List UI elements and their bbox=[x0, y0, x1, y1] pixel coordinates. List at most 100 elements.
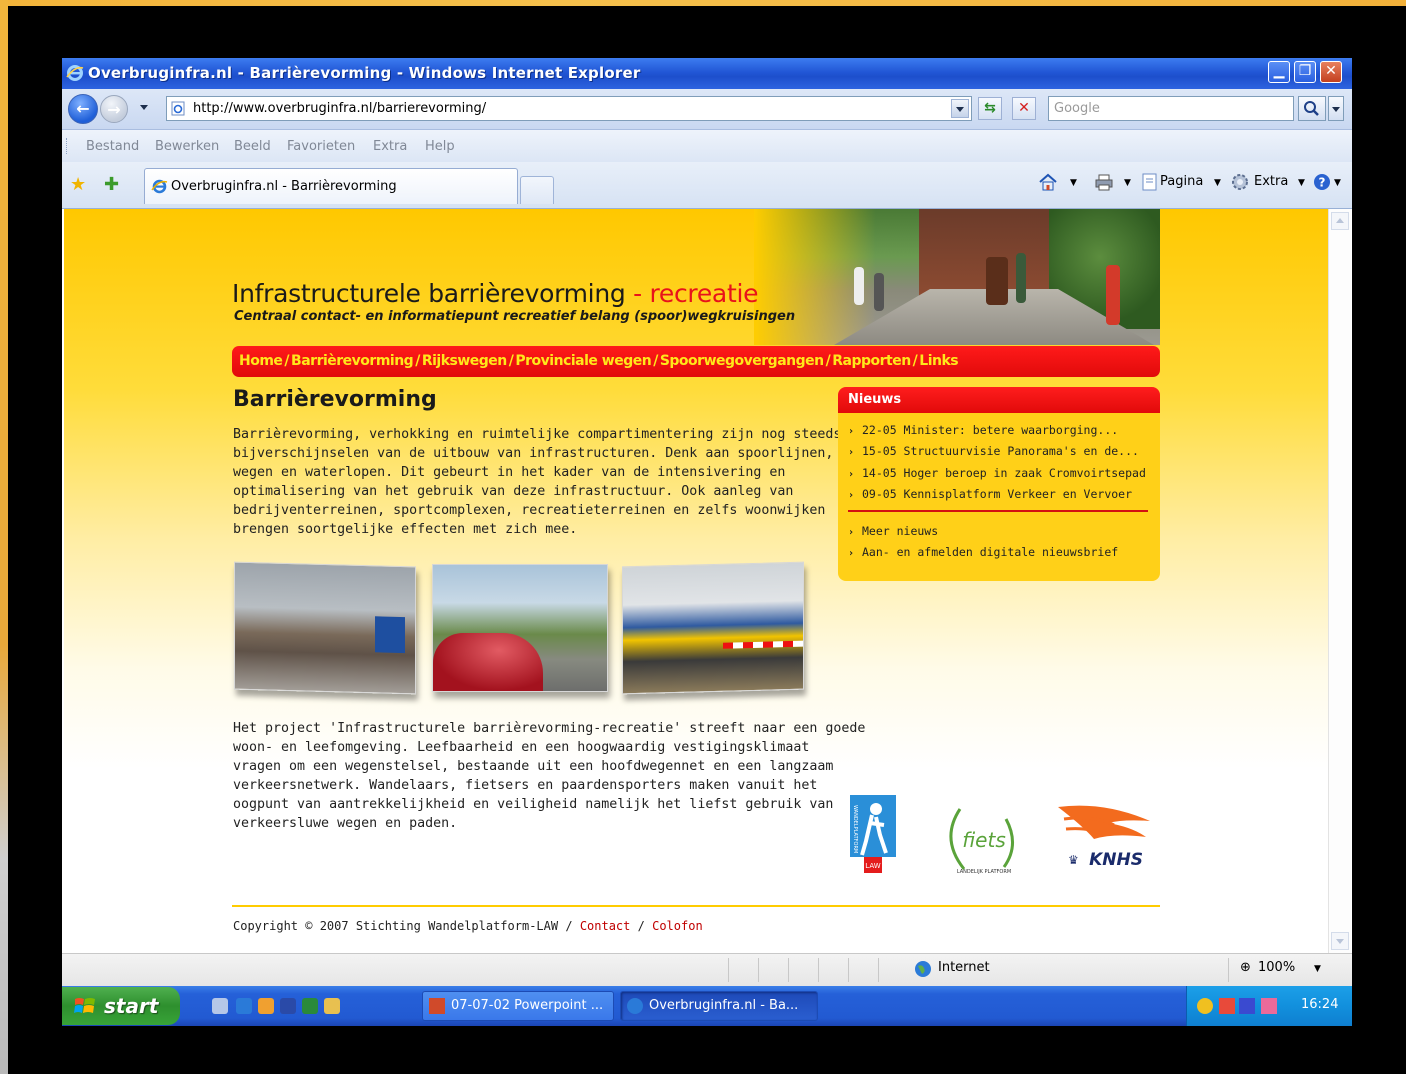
newsletter-link[interactable]: › Aan- en afmelden digitale nieuwsbrief bbox=[848, 545, 1118, 559]
quicklaunch-desktop-icon[interactable] bbox=[212, 998, 228, 1014]
scroll-up-button[interactable] bbox=[1331, 212, 1349, 230]
tab-active[interactable]: Overbruginfra.nl - Barrièrevorming bbox=[144, 168, 518, 204]
quicklaunch-word-icon[interactable] bbox=[280, 998, 296, 1014]
help-icon[interactable]: ? bbox=[1312, 172, 1332, 192]
taskbar-button-browser[interactable]: Overbruginfra.nl - Ba... bbox=[620, 991, 818, 1021]
crossing-barrier bbox=[723, 640, 803, 649]
tools-dropdown-icon[interactable]: ▼ bbox=[1298, 178, 1305, 188]
app-tray-icon[interactable] bbox=[1261, 998, 1277, 1014]
quicklaunch-ie-icon[interactable] bbox=[236, 998, 252, 1014]
shield-icon[interactable] bbox=[1197, 998, 1213, 1014]
page-menu[interactable]: Pagina bbox=[1160, 174, 1203, 189]
search-options-button[interactable] bbox=[1328, 96, 1344, 121]
zoom-dropdown-icon[interactable]: ▼ bbox=[1314, 964, 1321, 974]
paragraph-line: wegen en waterlopen. Dit gebeurt in het … bbox=[233, 465, 786, 480]
road-sign bbox=[375, 616, 405, 654]
history-dropdown-icon[interactable] bbox=[140, 105, 148, 110]
news-item[interactable]: › 22-05 Minister: betere waarborging... bbox=[848, 423, 1118, 437]
home-icon[interactable] bbox=[1038, 172, 1058, 192]
quicklaunch-outlook-icon[interactable] bbox=[258, 998, 274, 1014]
knhs-logo[interactable]: KNHS ♛ bbox=[1054, 801, 1154, 871]
address-input[interactable]: http://www.overbruginfra.nl/barrierevorm… bbox=[166, 96, 972, 121]
photo-highway-viaduct bbox=[234, 561, 416, 695]
stop-button[interactable]: ✕ bbox=[1012, 97, 1036, 120]
menu-favorieten[interactable]: Favorieten bbox=[287, 139, 355, 154]
taskbar-button-powerpoint[interactable]: 07-07-02 Powerpoint ... bbox=[422, 991, 614, 1021]
bullet-icon: › bbox=[848, 527, 855, 538]
powerpoint-icon bbox=[429, 998, 445, 1014]
page-dropdown-icon[interactable]: ▼ bbox=[1214, 178, 1221, 188]
news-item[interactable]: › 15-05 Structuurvisie Panorama's en de..… bbox=[848, 444, 1139, 458]
bullet-icon: › bbox=[848, 426, 855, 437]
restore-button[interactable]: ❐ bbox=[1294, 61, 1316, 83]
security-zone[interactable]: Internet bbox=[938, 960, 990, 975]
page-title: Barrièrevorming bbox=[233, 387, 437, 412]
tab-label: Overbruginfra.nl - Barrièrevorming bbox=[171, 179, 397, 194]
start-button[interactable]: start bbox=[62, 987, 180, 1025]
clock[interactable]: 16:24 bbox=[1301, 997, 1338, 1012]
new-tab-button[interactable] bbox=[520, 176, 554, 204]
nav-rijkswegen[interactable]: Rijkswegen bbox=[422, 353, 507, 369]
toolbar-grip bbox=[66, 138, 69, 154]
nav-spoorwegovergangen[interactable]: Spoorwegovergangen bbox=[660, 353, 824, 369]
zoom-level[interactable]: 100% bbox=[1258, 960, 1295, 975]
nav-separator: / bbox=[912, 353, 918, 369]
menu-beeld[interactable]: Beeld bbox=[234, 139, 271, 154]
law-logo[interactable]: LAW WANDELPLATFORM bbox=[846, 795, 900, 873]
minimize-button[interactable]: ▁ bbox=[1268, 61, 1290, 83]
fiets-logo[interactable]: fiets LANDELIJK PLATFORM bbox=[940, 799, 1026, 877]
favorites-star-icon[interactable]: ★ bbox=[70, 174, 86, 195]
help-dropdown-icon[interactable]: ▼ bbox=[1334, 178, 1341, 188]
back-button[interactable]: ← bbox=[68, 94, 98, 124]
vertical-scrollbar[interactable] bbox=[1328, 209, 1351, 953]
banner-photo bbox=[754, 209, 1160, 345]
search-input[interactable]: Google bbox=[1048, 96, 1294, 121]
nav-separator: / bbox=[415, 353, 420, 369]
menu-extra[interactable]: Extra bbox=[373, 139, 407, 154]
language-icon[interactable] bbox=[1239, 998, 1255, 1014]
quicklaunch-excel-icon[interactable] bbox=[302, 998, 318, 1014]
nav-home[interactable]: Home bbox=[239, 353, 283, 369]
menu-bewerken[interactable]: Bewerken bbox=[155, 139, 219, 154]
news-item-text: 15-05 Structuurvisie Panorama's en de... bbox=[862, 444, 1139, 458]
desktop-border-top bbox=[0, 0, 1406, 6]
paragraph-line: vragen om een wegenstelsel, bestaande ui… bbox=[233, 759, 834, 774]
page-menu-icon bbox=[1142, 173, 1157, 191]
home-dropdown-icon[interactable]: ▼ bbox=[1070, 178, 1077, 188]
print-icon[interactable] bbox=[1094, 172, 1114, 192]
site-subtitle: Centraal contact- en informatiepunt recr… bbox=[234, 309, 796, 324]
print-dropdown-icon[interactable]: ▼ bbox=[1124, 178, 1131, 188]
network-icon[interactable] bbox=[1219, 998, 1235, 1014]
nav-provinciale-wegen[interactable]: Provinciale wegen bbox=[515, 353, 651, 369]
desktop-border-left bbox=[0, 0, 8, 1074]
news-item[interactable]: › 14-05 Hoger beroep in zaak Cromvoirtsep… bbox=[848, 466, 1146, 480]
nav-barrierevorming[interactable]: Barrièrevorming bbox=[291, 353, 414, 369]
close-window-button[interactable]: ✕ bbox=[1320, 61, 1342, 83]
window-titlebar[interactable]: Overbruginfra.nl - Barrièrevorming - Win… bbox=[62, 58, 1352, 89]
add-favorite-icon[interactable]: ✚ bbox=[104, 174, 119, 195]
more-news-link[interactable]: › Meer nieuws bbox=[848, 524, 938, 538]
nav-rapporten[interactable]: Rapporten bbox=[832, 353, 911, 369]
newsletter-text: Aan- en afmelden digitale nieuwsbrief bbox=[862, 545, 1119, 559]
address-url: http://www.overbruginfra.nl/barrierevorm… bbox=[193, 101, 487, 116]
menu-bestand[interactable]: Bestand bbox=[86, 139, 139, 154]
menu-help[interactable]: Help bbox=[425, 139, 455, 154]
address-dropdown-button[interactable] bbox=[951, 99, 969, 118]
quicklaunch-folder-icon[interactable] bbox=[324, 998, 340, 1014]
contact-link[interactable]: Contact bbox=[580, 919, 631, 933]
refresh-button[interactable]: ⇆ bbox=[978, 97, 1002, 120]
forward-button[interactable]: → bbox=[100, 95, 128, 123]
scroll-down-button[interactable] bbox=[1331, 932, 1349, 950]
more-news-text: Meer nieuws bbox=[862, 524, 939, 538]
tools-menu[interactable]: Extra bbox=[1254, 174, 1288, 189]
colofon-link[interactable]: Colofon bbox=[652, 919, 703, 933]
nav-links-page[interactable]: Links bbox=[919, 353, 958, 369]
news-item[interactable]: › 09-05 Kennisplatform Verkeer en Vervoer bbox=[848, 487, 1132, 501]
search-button[interactable] bbox=[1298, 96, 1326, 121]
zoom-icon[interactable]: ⊕ bbox=[1240, 960, 1251, 975]
screen: Overbruginfra.nl - Barrièrevorming - Win… bbox=[62, 58, 1352, 1026]
refresh-icon: ⇆ bbox=[984, 100, 996, 116]
taskbar-button-label: Overbruginfra.nl - Ba... bbox=[649, 998, 799, 1013]
main-navigation: Home / Barrièrevorming / Rijkswegen / Provinci… bbox=[232, 346, 1160, 377]
gear-icon bbox=[1232, 174, 1248, 190]
